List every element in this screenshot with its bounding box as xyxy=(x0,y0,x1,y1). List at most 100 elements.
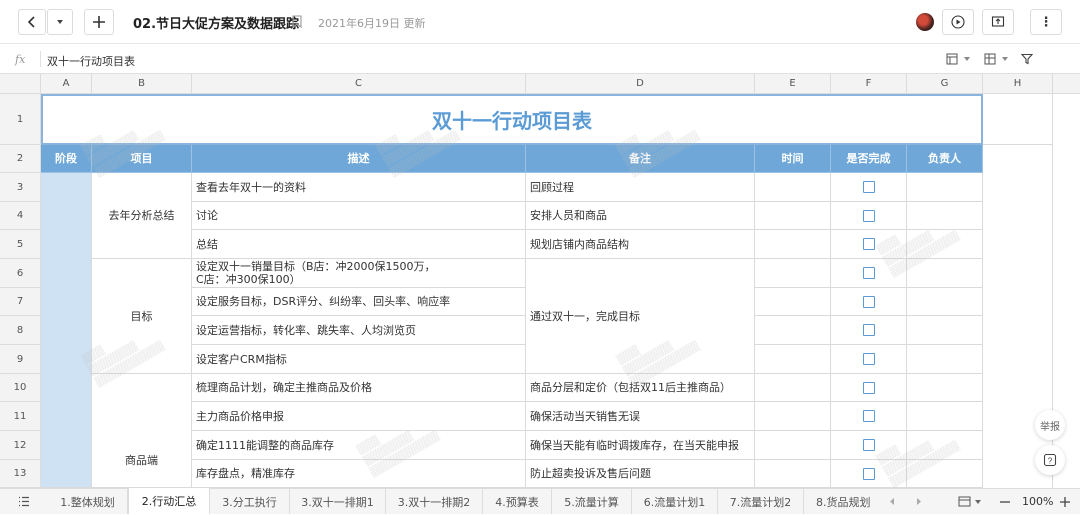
notes-cell[interactable]: 规划店铺内商品结构 xyxy=(526,230,755,259)
column-header[interactable]: A xyxy=(41,74,92,94)
header-cell-completed[interactable]: 是否完成 xyxy=(831,145,907,173)
completed-checkbox[interactable] xyxy=(862,209,875,222)
zoom-in-icon[interactable] xyxy=(1060,497,1070,507)
owner-cell[interactable] xyxy=(907,374,983,402)
owner-cell[interactable] xyxy=(907,173,983,202)
notes-cell[interactable]: 确保当天能有临时调拨库存，在当天能申报 xyxy=(526,431,755,460)
notes-cell[interactable]: 防止超卖投诉及售后问题 xyxy=(526,460,755,488)
description-cell[interactable]: 确定1111能调整的商品库存 xyxy=(192,431,526,460)
sheet-tab-active[interactable]: 2.行动汇总 xyxy=(128,488,210,515)
owner-cell[interactable] xyxy=(907,230,983,259)
owner-cell[interactable] xyxy=(907,288,983,316)
row-header[interactable]: 12 xyxy=(0,431,41,460)
column-header[interactable]: F xyxy=(831,74,907,94)
row-header[interactable]: 1 xyxy=(0,94,41,145)
description-cell[interactable]: 主力商品价格申报 xyxy=(192,402,526,431)
column-header[interactable]: B xyxy=(92,74,192,94)
header-cell-time[interactable]: 时间 xyxy=(755,145,831,173)
owner-cell[interactable] xyxy=(907,460,983,488)
formula-input[interactable]: 双十一行动项目表 xyxy=(47,53,135,69)
cell[interactable] xyxy=(983,94,1053,145)
time-cell[interactable] xyxy=(755,173,831,202)
description-cell[interactable]: 讨论 xyxy=(192,202,526,230)
sheet-tab[interactable]: 6.流量计划1 xyxy=(632,489,718,514)
row-header[interactable]: 6 xyxy=(0,259,41,288)
time-cell[interactable] xyxy=(755,202,831,230)
owner-cell[interactable] xyxy=(907,259,983,288)
owner-cell[interactable] xyxy=(907,402,983,431)
row-header[interactable]: 3 xyxy=(0,173,41,202)
completed-checkbox[interactable] xyxy=(862,267,875,279)
project-group-cell[interactable]: 目标 xyxy=(92,259,192,374)
zoom-out-icon[interactable] xyxy=(1000,501,1010,503)
time-cell[interactable] xyxy=(755,402,831,431)
row-header[interactable]: 11 xyxy=(0,402,41,431)
time-cell[interactable] xyxy=(755,460,831,488)
spreadsheet-grid[interactable]: A B C D E F G H 1 2 3 4 5 6 7 8 9 10 11 … xyxy=(0,74,1080,488)
completed-checkbox[interactable] xyxy=(862,238,875,250)
sheet-list-icon[interactable] xyxy=(18,496,30,507)
view-mode-icon[interactable] xyxy=(958,496,971,507)
description-cell[interactable]: 查看去年双十一的资料 xyxy=(192,173,526,202)
project-group-cell[interactable]: 去年分析总结 xyxy=(92,173,192,259)
owner-cell[interactable] xyxy=(907,431,983,460)
bookmark-icon[interactable] xyxy=(292,15,302,28)
header-cell-owner[interactable]: 负责人 xyxy=(907,145,983,173)
history-menu-button[interactable] xyxy=(47,9,73,35)
column-header[interactable]: H xyxy=(983,74,1053,94)
freeze-view-icon[interactable] xyxy=(946,53,958,65)
sheet-tab[interactable]: 7.流量计划2 xyxy=(718,489,804,514)
phase-cell[interactable] xyxy=(41,173,92,488)
user-avatar[interactable] xyxy=(916,13,934,31)
description-cell[interactable]: 设定运营指标，转化率、跳失率、人均浏览页 xyxy=(192,316,526,345)
completed-checkbox[interactable] xyxy=(862,439,875,451)
completed-checkbox[interactable] xyxy=(862,324,875,336)
column-header[interactable]: D xyxy=(526,74,755,94)
description-cell[interactable]: 设定客户CRM指标 xyxy=(192,345,526,374)
caret-down-icon[interactable] xyxy=(964,57,970,61)
share-button[interactable] xyxy=(982,9,1014,35)
notes-cell[interactable]: 通过双十一，完成目标 xyxy=(526,259,755,374)
owner-cell[interactable] xyxy=(907,316,983,345)
column-header[interactable]: G xyxy=(907,74,983,94)
row-header[interactable]: 10 xyxy=(0,374,41,402)
time-cell[interactable] xyxy=(755,431,831,460)
column-header[interactable]: E xyxy=(755,74,831,94)
completed-checkbox[interactable] xyxy=(862,295,875,308)
sheet-tab[interactable]: 8.货品规划 xyxy=(804,489,874,514)
header-cell-notes[interactable]: 备注 xyxy=(526,145,755,173)
caret-down-icon[interactable] xyxy=(975,500,981,504)
row-header[interactable]: 8 xyxy=(0,316,41,345)
more-menu-button[interactable]: ⋮ xyxy=(1030,9,1062,35)
play-button[interactable] xyxy=(942,9,974,35)
row-header[interactable]: 7 xyxy=(0,288,41,316)
description-cell[interactable]: 梳理商品计划，确定主推商品及价格 xyxy=(192,374,526,402)
back-button[interactable] xyxy=(18,9,46,35)
select-all-corner[interactable] xyxy=(0,74,41,94)
description-cell[interactable]: 设定双十一销量目标（B店：冲2000保1500万， C店：冲300保100） xyxy=(192,259,526,288)
row-header[interactable]: 2 xyxy=(0,145,41,173)
sheet-tab[interactable]: 4.预算表 xyxy=(483,489,552,514)
row-header[interactable]: 13 xyxy=(0,460,41,488)
sheet-tab[interactable]: 3.分工执行 xyxy=(210,489,290,514)
sheet-title-cell[interactable]: 双十一行动项目表 xyxy=(41,94,983,145)
caret-down-icon[interactable] xyxy=(1002,57,1008,61)
row-header[interactable]: 4 xyxy=(0,202,41,230)
sheet-tab[interactable]: 5.流量计算 xyxy=(552,489,632,514)
row-header[interactable]: 5 xyxy=(0,230,41,259)
help-button[interactable]: ? xyxy=(1035,445,1065,475)
report-button[interactable]: 举报 xyxy=(1035,410,1065,440)
filter-icon[interactable] xyxy=(1021,53,1033,65)
sheet-tab[interactable]: 3.双十一排期2 xyxy=(386,489,483,514)
project-group-cell[interactable]: 商品端 xyxy=(92,374,192,488)
header-cell-description[interactable]: 描述 xyxy=(192,145,526,173)
completed-checkbox[interactable] xyxy=(862,381,875,394)
zoom-level[interactable]: 100% xyxy=(1022,495,1053,508)
owner-cell[interactable] xyxy=(907,345,983,374)
time-cell[interactable] xyxy=(755,345,831,374)
scroll-tabs-right-icon[interactable] xyxy=(916,498,921,505)
scroll-tabs-left-icon[interactable] xyxy=(890,498,895,505)
time-cell[interactable] xyxy=(755,230,831,259)
time-cell[interactable] xyxy=(755,316,831,345)
completed-checkbox[interactable] xyxy=(862,181,875,193)
